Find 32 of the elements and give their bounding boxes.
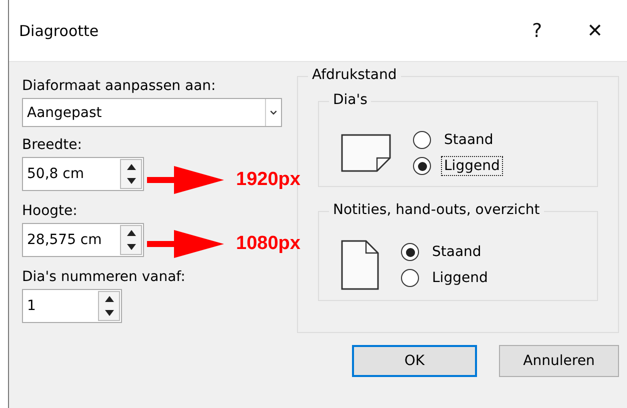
close-button[interactable]: ✕ xyxy=(569,10,621,50)
arrow-icon xyxy=(147,166,224,194)
up-arrow-icon xyxy=(126,164,136,170)
field-label: Breedte: xyxy=(22,137,83,153)
width-spinbox[interactable]: 50,8 cm xyxy=(22,157,144,191)
field-label: Dia's nummeren vanaf: xyxy=(22,269,186,285)
start-number-spinbox[interactable]: 1 xyxy=(22,289,122,323)
radio-button[interactable] xyxy=(413,131,431,149)
radio-label[interactable]: Staand xyxy=(429,242,484,262)
field-label: Diaformaat aanpassen aan: xyxy=(22,78,217,94)
annotation-label: 1920px xyxy=(236,169,300,191)
radio-label[interactable]: Staand xyxy=(441,130,496,150)
up-arrow-icon xyxy=(104,296,114,302)
radio-button[interactable] xyxy=(401,269,419,287)
cancel-button[interactable]: Annuleren xyxy=(499,345,619,377)
up-arrow-icon xyxy=(126,230,136,236)
radio-button[interactable] xyxy=(413,157,431,175)
down-arrow-icon xyxy=(104,310,114,316)
window-title: Diagrootte xyxy=(19,22,100,40)
group-title: Notities, hand-outs, overzicht xyxy=(329,202,544,218)
slide-size-dropdown[interactable]: Aangepast xyxy=(22,98,282,127)
ok-button[interactable]: OK xyxy=(352,345,477,377)
field-label: Hoogte: xyxy=(22,203,78,219)
radio-button[interactable] xyxy=(401,243,419,261)
height-spinbox[interactable]: 28,575 cm xyxy=(22,223,144,257)
radio-label[interactable]: Liggend xyxy=(429,268,491,288)
down-arrow-icon xyxy=(126,244,136,250)
annotation-label: 1080px xyxy=(236,233,300,255)
radio-label[interactable]: Liggend xyxy=(441,156,503,176)
help-button[interactable]: ? xyxy=(511,10,563,50)
arrow-icon xyxy=(147,230,224,258)
down-arrow-icon xyxy=(126,178,136,184)
